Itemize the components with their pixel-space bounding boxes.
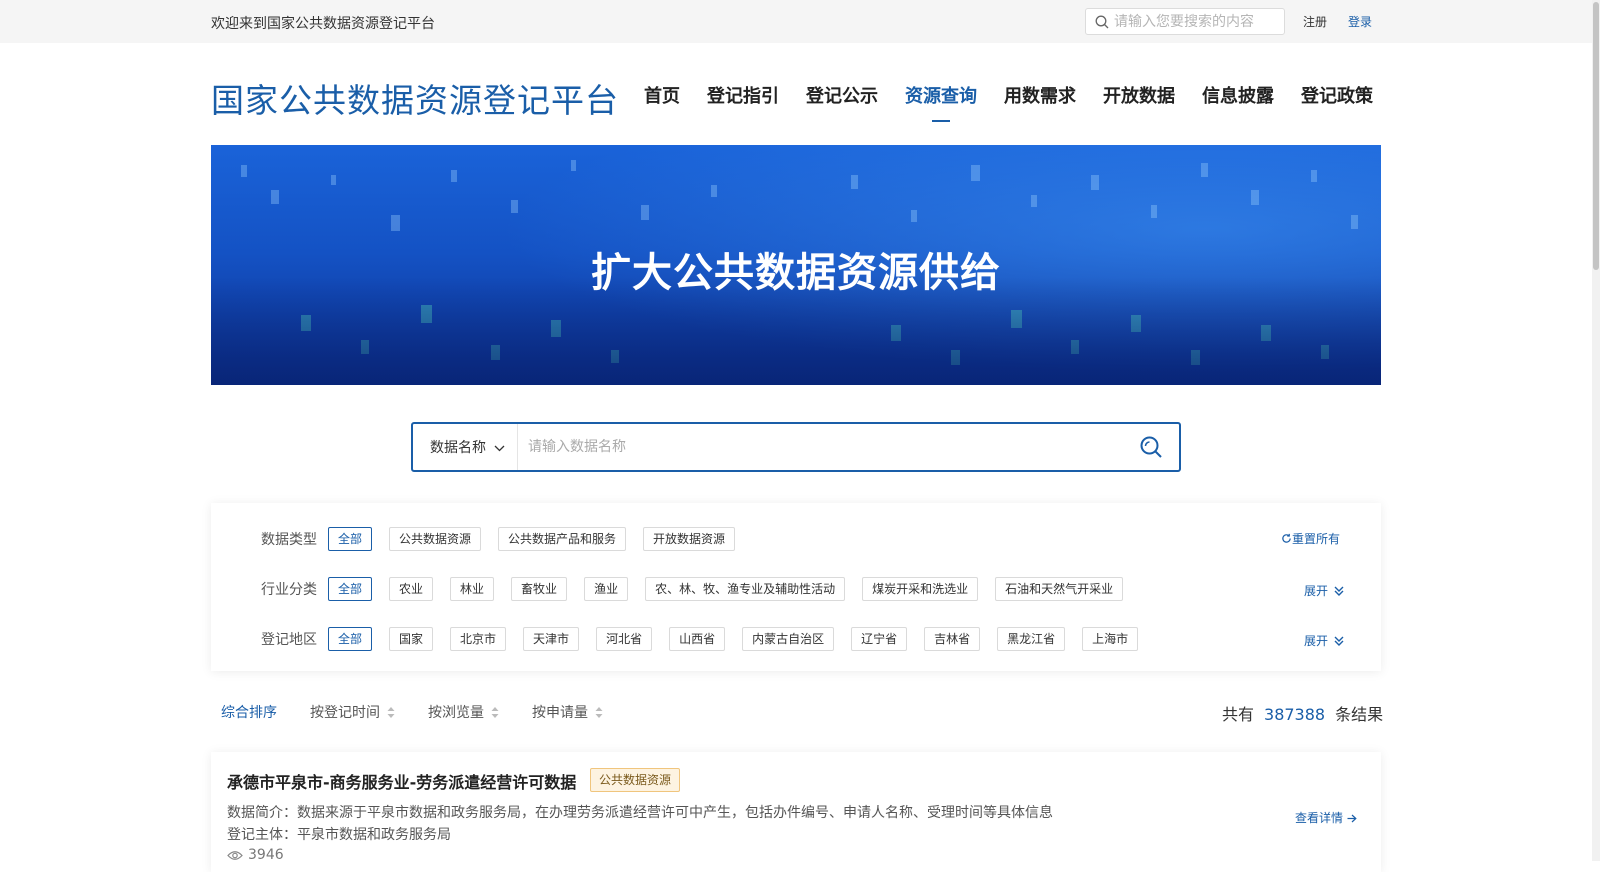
view-detail-link[interactable]: 查看详情 <box>1295 809 1357 826</box>
double-chevron-down-icon <box>1334 636 1344 646</box>
result-card[interactable]: 承德市平泉市-商务服务业-劳务派遣经营许可数据 公共数据资源 数据简介：数据来源… <box>211 752 1381 872</box>
nav-data-demand[interactable]: 用数需求 <box>1004 82 1076 108</box>
result-owner: 登记主体：平泉市数据和政务服务局 <box>227 827 451 843</box>
filter-tag[interactable]: 山西省 <box>669 627 726 651</box>
filter-label: 数据类型 <box>261 532 317 548</box>
filter-label: 登记地区 <box>261 632 317 648</box>
expand-label: 展开 <box>1304 634 1329 648</box>
arrow-right-icon <box>1347 814 1357 823</box>
filter-tag[interactable]: 农业 <box>389 577 434 601</box>
filter-tag[interactable]: 林业 <box>450 577 495 601</box>
register-link[interactable]: 注册 <box>1303 13 1327 30</box>
chevron-down-icon <box>494 445 505 451</box>
expand-region-button[interactable]: 展开 <box>1304 632 1344 649</box>
eye-icon <box>227 850 243 860</box>
filter-tag[interactable]: 辽宁省 <box>851 627 908 651</box>
expand-industry-button[interactable]: 展开 <box>1304 582 1344 599</box>
filter-tag[interactable]: 北京市 <box>450 627 507 651</box>
sort-label: 按申请量 <box>532 705 588 721</box>
filter-tag[interactable]: 吉林省 <box>924 627 981 651</box>
filter-tag[interactable]: 农、林、牧、渔专业及辅助性活动 <box>645 577 846 601</box>
sort-comprehensive[interactable]: 综合排序 <box>221 702 277 722</box>
result-title[interactable]: 承德市平泉市-商务服务业-劳务派遣经营许可数据 <box>227 769 576 793</box>
sort-by-views[interactable]: 按浏览量 <box>428 702 499 722</box>
sort-label: 按登记时间 <box>310 705 380 721</box>
nav-disclosure[interactable]: 信息披露 <box>1202 82 1274 108</box>
reset-all-label: 重置所有 <box>1292 532 1341 546</box>
resource-search-input[interactable] <box>528 436 1128 458</box>
filter-tag-all[interactable]: 全部 <box>328 577 373 601</box>
filter-tag[interactable]: 开放数据资源 <box>643 527 736 551</box>
nav-home[interactable]: 首页 <box>644 82 680 108</box>
refresh-icon <box>1282 533 1291 543</box>
nav-resource-query[interactable]: 资源查询 <box>905 82 977 122</box>
result-number: 387388 <box>1264 705 1326 724</box>
filter-panel: 数据类型 全部 公共数据资源 公共数据产品和服务 开放数据资源 行业分类 全部 … <box>211 503 1381 671</box>
result-description: 数据简介：数据来源于平泉市数据和政务服务局，在办理劳务派遣经营许可中产生，包括办… <box>227 805 1053 821</box>
filter-row-industry: 行业分类 全部 农业 林业 畜牧业 渔业 农、林、牧、渔专业及辅助性活动 煤炭开… <box>261 577 1140 601</box>
search-type-label: 数据名称 <box>430 440 486 456</box>
top-search-box[interactable] <box>1085 8 1285 35</box>
nav-announcement[interactable]: 登记公示 <box>806 82 878 108</box>
sort-bar: 综合排序 按登记时间 按浏览量 按申请量 <box>221 702 636 722</box>
filter-tag-all[interactable]: 全部 <box>328 627 373 651</box>
main-nav: 首页 登记指引 登记公示 资源查询 用数需求 开放数据 信息披露 登记政策 <box>644 82 1373 122</box>
sort-arrows-icon <box>387 706 395 718</box>
filter-tag[interactable]: 河北省 <box>596 627 653 651</box>
filter-row-region: 登记地区 全部 国家 北京市 天津市 河北省 山西省 内蒙古自治区 辽宁省 吉林… <box>261 627 1155 651</box>
nav-policy[interactable]: 登记政策 <box>1301 82 1373 108</box>
double-chevron-down-icon <box>1334 586 1344 596</box>
filter-tag[interactable]: 煤炭开采和洗选业 <box>862 577 979 601</box>
filter-tag[interactable]: 内蒙古自治区 <box>742 627 835 651</box>
sort-by-register-time[interactable]: 按登记时间 <box>310 702 395 722</box>
search-icon[interactable] <box>1139 435 1163 459</box>
search-icon <box>1095 15 1109 29</box>
sort-by-applications[interactable]: 按申请量 <box>532 702 603 722</box>
sort-label: 综合排序 <box>221 705 277 721</box>
filter-tag[interactable]: 渔业 <box>584 577 629 601</box>
filter-tag[interactable]: 国家 <box>389 627 434 651</box>
resource-search-box: 数据名称 <box>411 422 1181 472</box>
nav-open-data[interactable]: 开放数据 <box>1103 82 1175 108</box>
nav-guide[interactable]: 登记指引 <box>707 82 779 108</box>
scrollbar-thumb[interactable] <box>1593 2 1599 270</box>
filter-tag[interactable]: 畜牧业 <box>511 577 568 601</box>
expand-label: 展开 <box>1304 584 1329 598</box>
filter-tag[interactable]: 上海市 <box>1082 627 1139 651</box>
filter-label: 行业分类 <box>261 582 317 598</box>
top-search-input[interactable] <box>1114 12 1279 32</box>
site-logo[interactable]: 国家公共数据资源登记平台 <box>211 74 619 122</box>
filter-tag[interactable]: 公共数据产品和服务 <box>498 527 627 551</box>
login-link[interactable]: 登录 <box>1348 13 1372 30</box>
filter-tag[interactable]: 黑龙江省 <box>997 627 1066 651</box>
banner-title: 扩大公共数据资源供给 <box>591 250 1001 296</box>
sort-label: 按浏览量 <box>428 705 484 721</box>
result-type-badge: 公共数据资源 <box>590 768 681 792</box>
welcome-text: 欢迎来到国家公共数据资源登记平台 <box>211 16 435 32</box>
filter-tag[interactable]: 石油和天然气开采业 <box>995 577 1124 601</box>
sort-arrows-icon <box>491 706 499 718</box>
search-type-dropdown[interactable]: 数据名称 <box>413 424 518 470</box>
filter-tag[interactable]: 公共数据资源 <box>389 527 482 551</box>
result-suffix: 条结果 <box>1335 705 1384 724</box>
filter-row-data-type: 数据类型 全部 公共数据资源 公共数据产品和服务 开放数据资源 <box>261 527 752 551</box>
sort-arrows-icon <box>595 706 603 718</box>
filter-tag-all[interactable]: 全部 <box>328 527 373 551</box>
hero-banner: 扩大公共数据资源供给 <box>211 145 1381 385</box>
result-count: 共有 387388 条结果 <box>1222 701 1383 725</box>
result-prefix: 共有 <box>1222 705 1255 724</box>
view-detail-label: 查看详情 <box>1295 811 1344 825</box>
reset-all-button[interactable]: 重置所有 <box>1281 530 1340 547</box>
filter-tag[interactable]: 天津市 <box>523 627 580 651</box>
